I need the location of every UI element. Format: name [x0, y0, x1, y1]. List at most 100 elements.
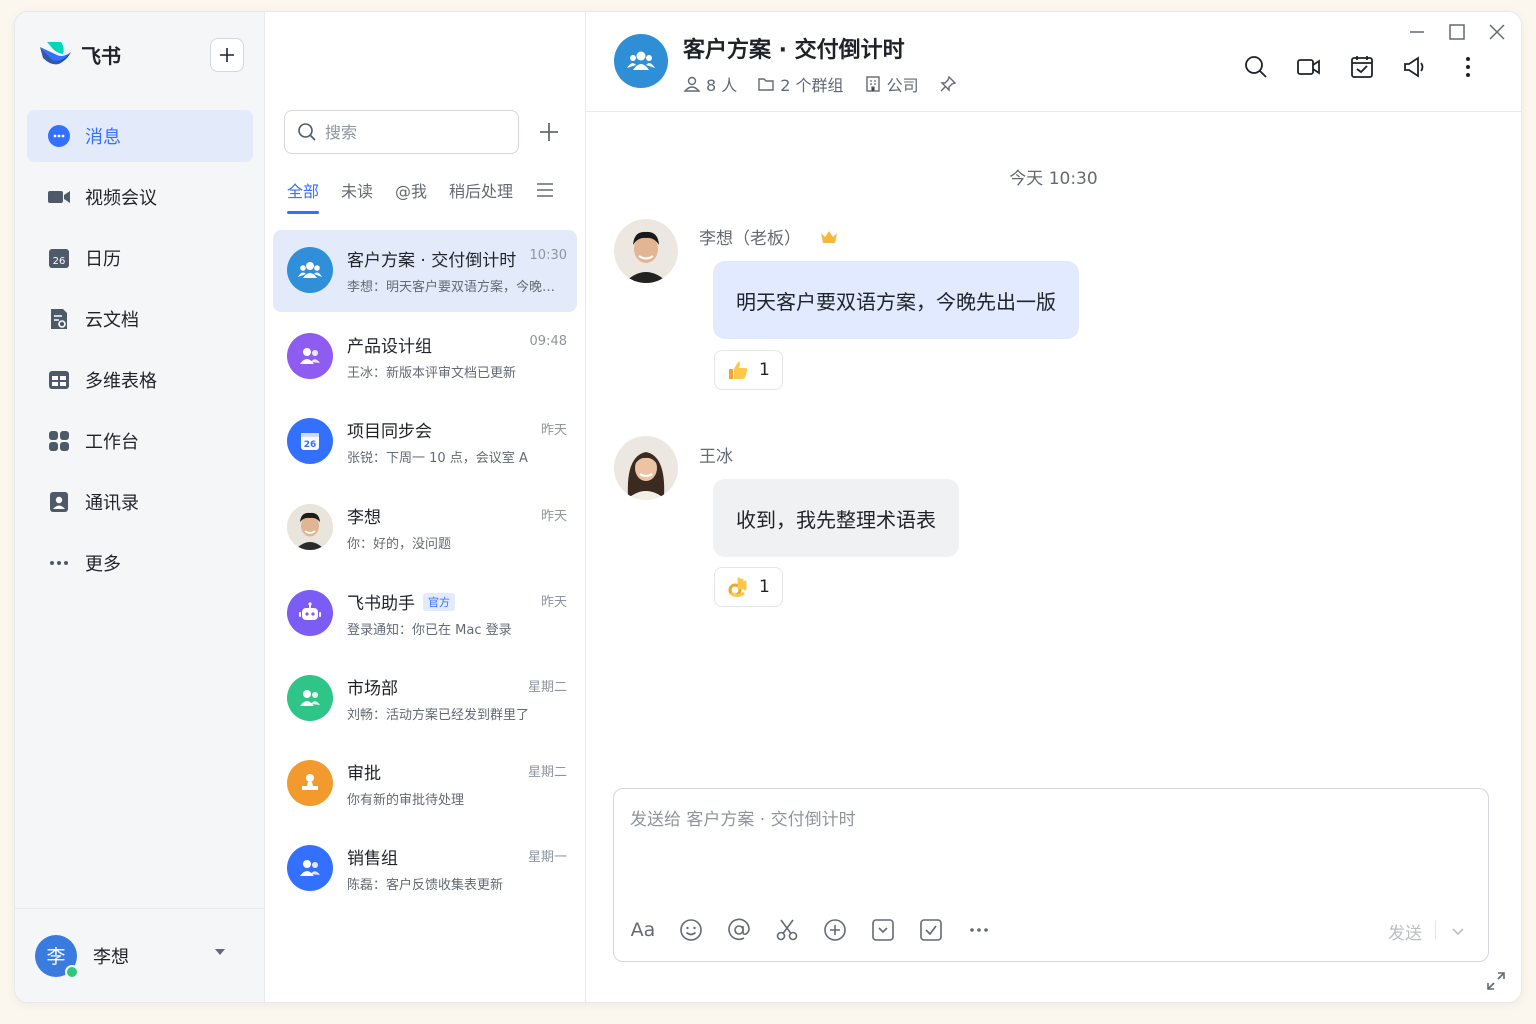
- checkbox-task-icon[interactable]: [918, 917, 944, 943]
- caret-down-icon[interactable]: [215, 949, 225, 955]
- conversation-item[interactable]: 客户方案 · 交付倒计时 10:30 李想：明天客户要双语方案，今晚先出一版: [273, 230, 577, 312]
- conversation-item[interactable]: 产品设计组 09:48 王冰：新版本评审文档已更新: [273, 316, 577, 398]
- nav-label: 视频会议: [85, 188, 157, 209]
- nav-item-workplace[interactable]: 工作台: [27, 415, 253, 467]
- conversation-time: 昨天: [540, 595, 567, 610]
- company-label[interactable]: 公司: [864, 72, 919, 96]
- chat-title: 客户方案 · 交付倒计时: [683, 38, 905, 63]
- conversation-title: 飞书助手 官方: [347, 589, 455, 614]
- conversation-item[interactable]: 销售组 星期一 陈磊：客户反馈收集表更新: [273, 828, 577, 910]
- nav-label: 云文档: [85, 310, 139, 331]
- calendar-badge: 26: [304, 440, 317, 450]
- nav-item-messages[interactable]: 消息: [27, 110, 253, 162]
- reaction-count: 1: [759, 360, 770, 380]
- add-circle-icon[interactable]: [822, 917, 848, 943]
- reaction-count: 1: [759, 577, 770, 597]
- minimize-icon[interactable]: [1407, 22, 1427, 42]
- conversation-item[interactable]: 审批 星期二 你有新的审批待处理: [273, 743, 577, 825]
- app-window: 飞书 消息 视频会议 26 日历 云文档 多维表格 工作台 通讯录 更多 李 李…: [14, 11, 1522, 1003]
- more-icon[interactable]: [966, 917, 992, 943]
- nav-label: 日历: [85, 249, 121, 270]
- message-bubble[interactable]: 明天客户要双语方案，今晚先出一版: [713, 261, 1079, 339]
- create-button[interactable]: [210, 38, 244, 72]
- conversation-item[interactable]: 26 项目同步会 昨天 张锐：下周一 10 点，会议室 A: [273, 401, 577, 483]
- tab-unread[interactable]: 未读: [341, 178, 373, 212]
- conversation-time: 昨天: [540, 423, 567, 438]
- conversation-time: 星期二: [527, 680, 567, 695]
- tab-mentions[interactable]: @我: [395, 178, 427, 212]
- conversation-item[interactable]: 市场部 星期二 刘畅：活动方案已经发到群里了: [273, 658, 577, 740]
- company-icon: [865, 76, 880, 92]
- conversation-preview: 你有新的审批待处理: [347, 793, 465, 808]
- nav-item-more[interactable]: 更多: [27, 537, 253, 589]
- format-text-button[interactable]: Aa: [630, 917, 656, 943]
- conversation-title: 项目同步会: [347, 422, 432, 442]
- plus-icon: [220, 48, 234, 62]
- chevron-down-icon[interactable]: [1450, 923, 1466, 939]
- reaction-chip[interactable]: 1: [714, 350, 783, 390]
- search-input[interactable]: [325, 122, 505, 142]
- conversation-title: 产品设计组: [347, 337, 432, 357]
- group-count[interactable]: 2 个群组: [757, 72, 844, 96]
- avatar[interactable]: [614, 219, 678, 283]
- task-icon[interactable]: [1349, 54, 1375, 80]
- pin-button[interactable]: [939, 75, 962, 93]
- send-button[interactable]: 发送: [1388, 919, 1422, 944]
- group-icon: [627, 51, 655, 70]
- search-icon[interactable]: [1243, 54, 1269, 80]
- message-text: 收到，我先整理术语表: [736, 507, 936, 532]
- member-count-text: 8 人: [706, 76, 738, 95]
- composer-toolbar: Aa: [630, 917, 1014, 943]
- time-divider: 今天 10:30: [1009, 169, 1098, 189]
- conversation-preview: 你：好的，没问题: [347, 537, 452, 552]
- reaction-chip[interactable]: 1: [714, 567, 783, 607]
- avatar[interactable]: 李: [35, 934, 79, 979]
- close-icon[interactable]: [1487, 22, 1507, 42]
- online-status-icon: [65, 964, 79, 979]
- expand-icon[interactable]: [1485, 970, 1507, 992]
- announcement-icon[interactable]: [1402, 54, 1428, 80]
- group-avatar[interactable]: [614, 34, 668, 88]
- conversation-time: 09:48: [529, 334, 567, 349]
- message-composer: Aa 发送: [613, 788, 1489, 962]
- search-box[interactable]: [284, 110, 519, 154]
- conversation-tabs: 全部 未读 @我 稍后处理: [287, 178, 555, 214]
- maximize-icon[interactable]: [1447, 22, 1467, 42]
- conversation-preview: 王冰：新版本评审文档已更新: [347, 366, 517, 381]
- member-count[interactable]: 8 人: [683, 72, 737, 96]
- message-sender: 李想（老板）: [699, 224, 839, 249]
- message-sender: 王冰: [699, 442, 733, 467]
- emoji-icon[interactable]: [678, 917, 704, 943]
- user-profile[interactable]: 李 李想: [15, 908, 264, 1002]
- tab-later[interactable]: 稍后处理: [449, 178, 513, 212]
- add-icon[interactable]: [537, 120, 561, 144]
- app-name: 飞书: [81, 43, 121, 68]
- calendar-icon: 26: [287, 418, 333, 464]
- scissors-icon[interactable]: [774, 917, 800, 943]
- conversation-list-panel: 全部 未读 @我 稍后处理 客户方案 · 交付倒计时 10:30 李想：明天客户…: [265, 12, 586, 1002]
- avatar[interactable]: [614, 436, 678, 500]
- tab-all[interactable]: 全部: [287, 178, 320, 214]
- group-icon: [287, 675, 333, 721]
- conversation-item[interactable]: 飞书助手 官方 昨天 登录通知：你已在 Mac 登录: [273, 573, 577, 655]
- calendar-badge: 26: [53, 256, 66, 267]
- message-input[interactable]: [630, 805, 1430, 865]
- nav-item-calendar[interactable]: 26 日历: [27, 232, 253, 284]
- more-vertical-icon[interactable]: [1455, 54, 1481, 80]
- nav-item-video-meetings[interactable]: 视频会议: [27, 171, 253, 223]
- nav-item-contacts[interactable]: 通讯录: [27, 476, 253, 528]
- menu-icon[interactable]: [535, 180, 555, 200]
- video-call-icon[interactable]: [1296, 54, 1322, 80]
- conversation-preview: 张锐：下周一 10 点，会议室 A: [347, 451, 528, 466]
- robot-icon: [287, 590, 333, 636]
- save-to-icon[interactable]: [870, 917, 896, 943]
- nav-item-base[interactable]: 多维表格: [27, 354, 253, 406]
- nav-item-docs[interactable]: 云文档: [27, 293, 253, 345]
- conversation-item[interactable]: 李想 昨天 你：好的，没问题: [273, 487, 577, 569]
- message-icon: [47, 124, 71, 148]
- nav-label: 工作台: [85, 432, 139, 453]
- app-logo: 飞书: [37, 38, 121, 70]
- message-bubble[interactable]: 收到，我先整理术语表: [713, 479, 959, 557]
- mention-icon[interactable]: [726, 917, 752, 943]
- conversation-title: 审批: [347, 764, 381, 784]
